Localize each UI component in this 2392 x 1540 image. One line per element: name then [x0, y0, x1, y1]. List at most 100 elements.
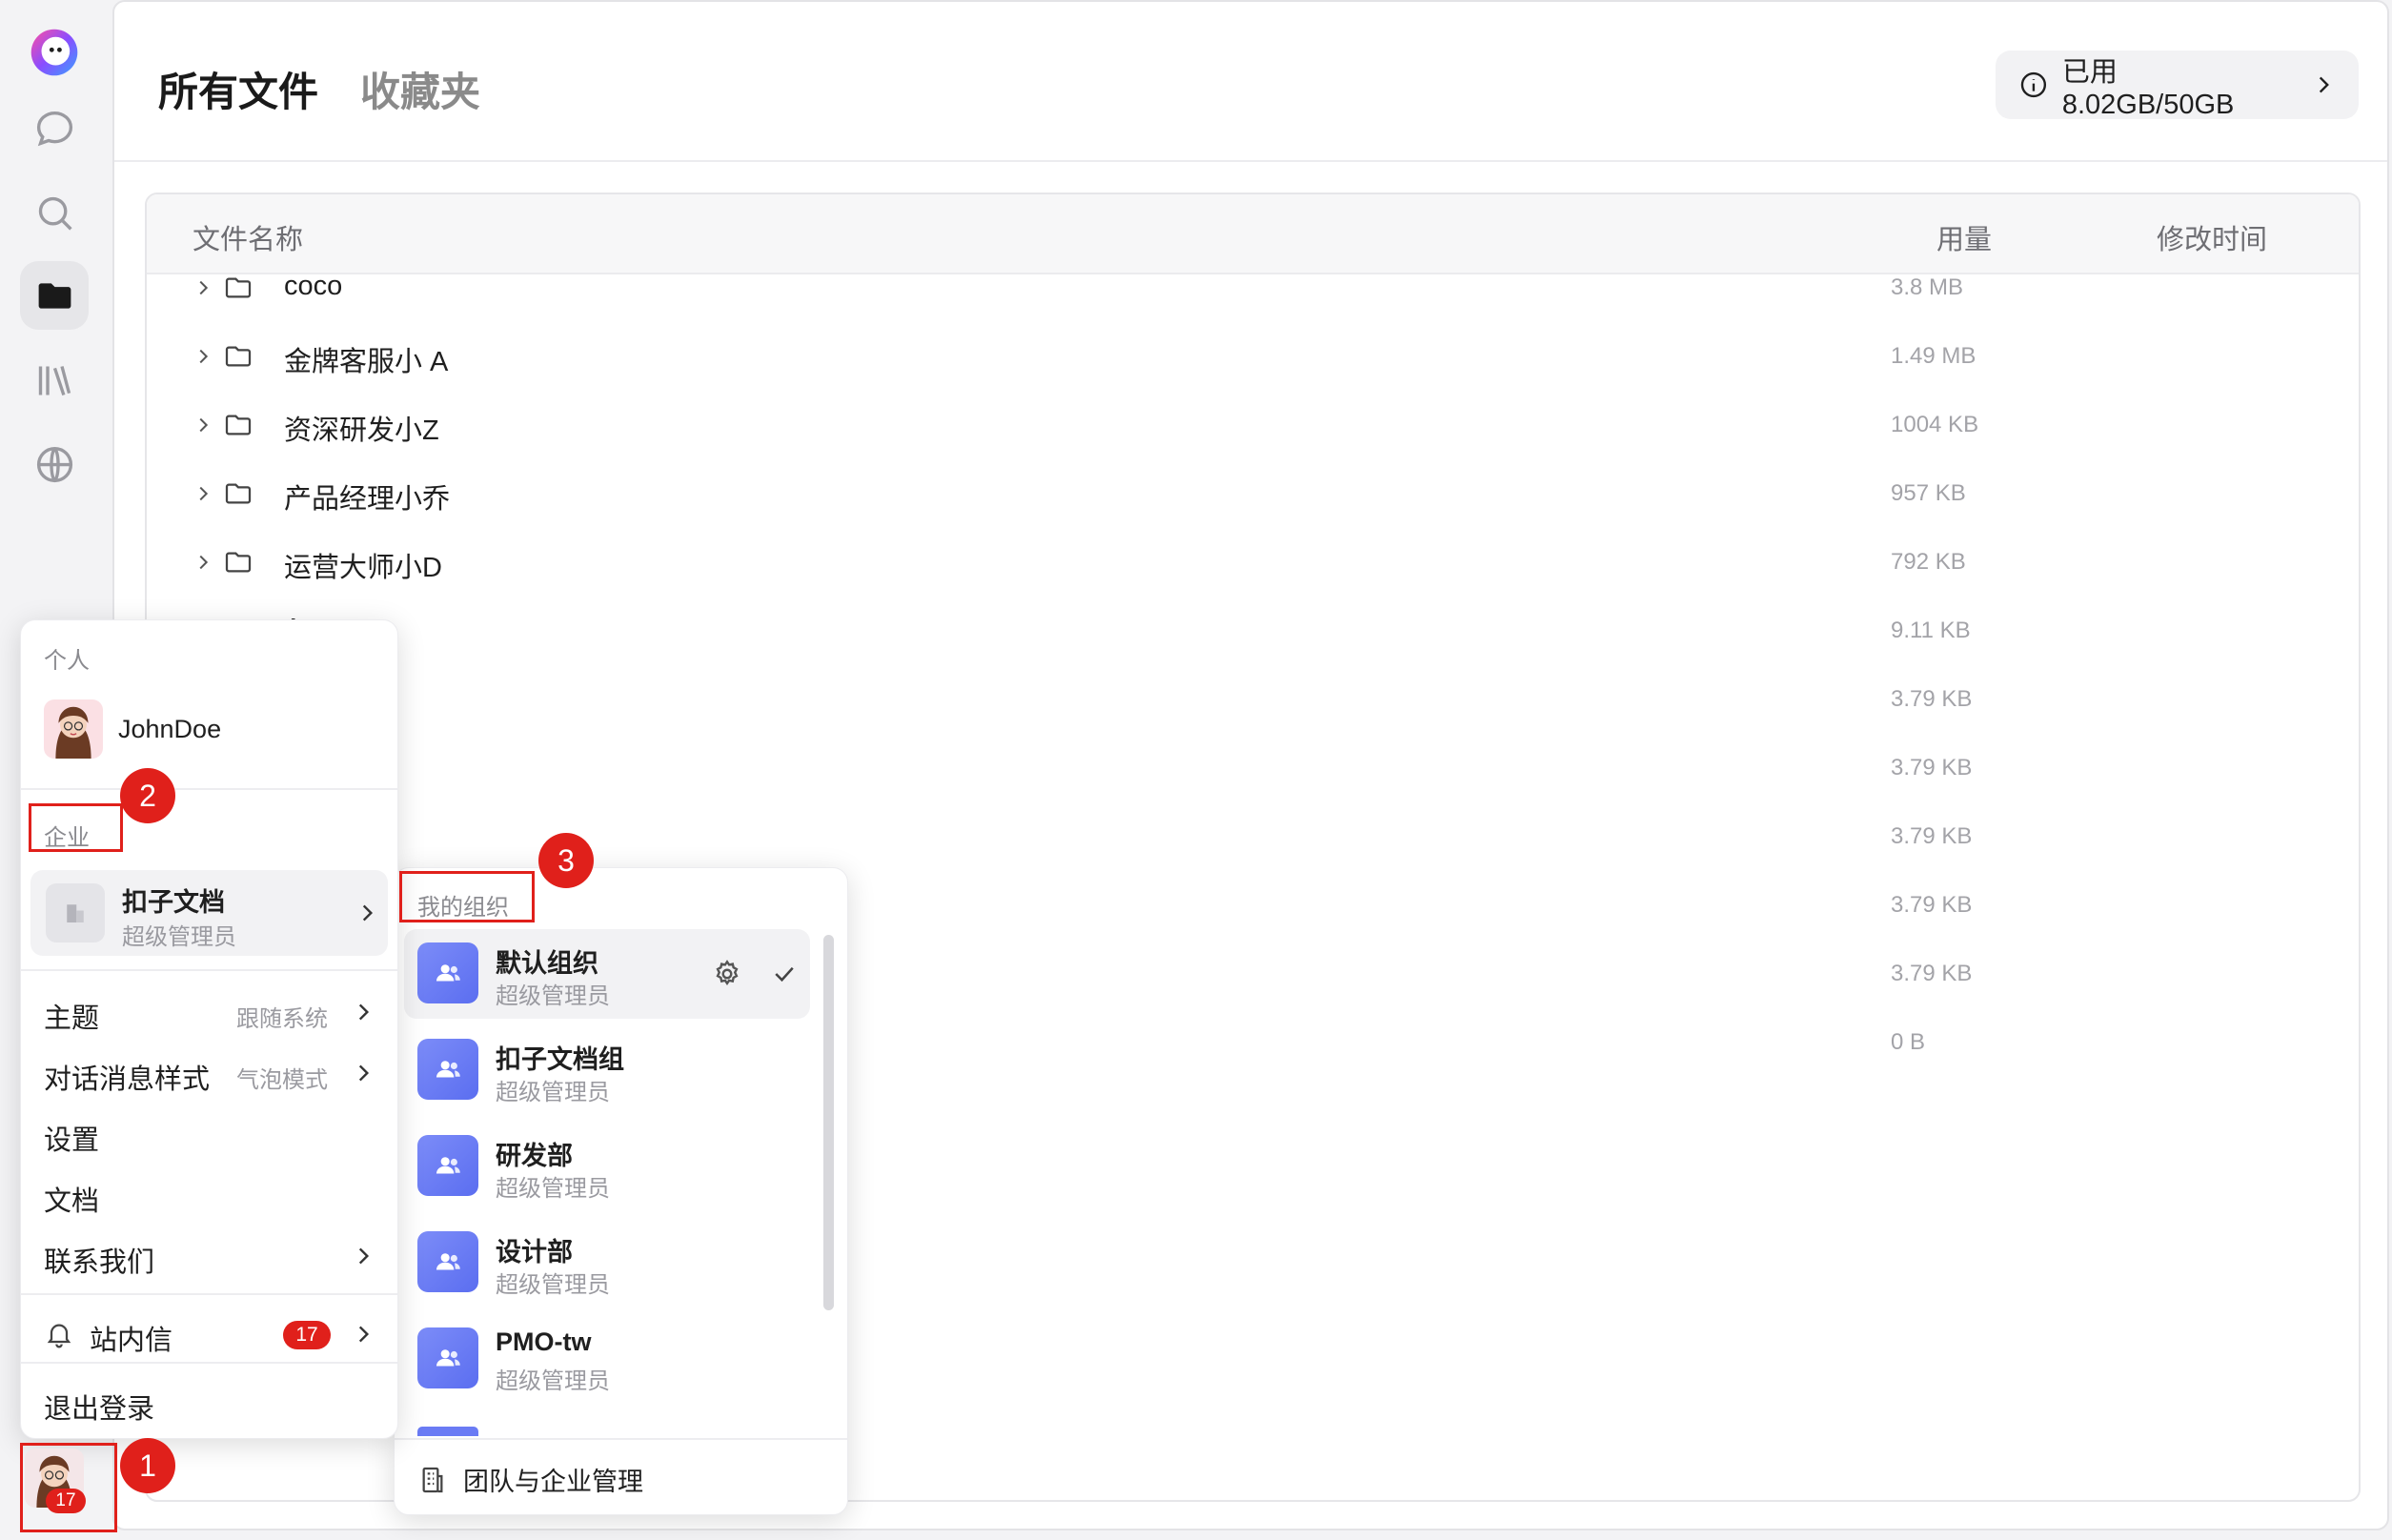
- table-row[interactable]: 运营大师小D 792 KB: [147, 529, 2359, 598]
- chevron-right-icon[interactable]: [193, 275, 213, 300]
- file-size: 1004 KB: [1891, 412, 1979, 437]
- menu-divider: [21, 788, 397, 790]
- menu-item-settings[interactable]: 设置: [21, 1106, 397, 1162]
- menu-item-docs[interactable]: 文档: [21, 1167, 397, 1223]
- chat-style-label: 对话消息样式: [44, 1064, 211, 1095]
- inbox-label: 站内信: [90, 1326, 173, 1356]
- tab-favorites[interactable]: 收藏夹: [360, 60, 480, 118]
- chevron-right-icon[interactable]: [193, 344, 213, 369]
- tab-all-files[interactable]: 所有文件: [158, 60, 318, 118]
- header-file-name[interactable]: 文件名称: [193, 217, 303, 257]
- file-name: 金牌客服小 A: [284, 347, 449, 377]
- chevron-right-icon[interactable]: [193, 413, 213, 437]
- chevron-right-icon: [358, 1326, 370, 1343]
- file-size: 792 KB: [1891, 549, 1966, 575]
- file-name: coco: [284, 271, 343, 301]
- org-menu: 我的组织 默认组织 超级管理员 扣子文档组 超级管理员 研发部 超级管理员 设计部 超级管理员…: [394, 867, 848, 1515]
- menu-divider: [21, 1293, 397, 1295]
- table-row[interactable]: 资深研发小Z 1004 KB: [147, 392, 2359, 460]
- chevron-right-icon: [358, 1247, 370, 1265]
- table-row[interactable]: 产品经理小乔 957 KB: [147, 460, 2359, 529]
- file-size: 957 KB: [1891, 480, 1966, 506]
- folder-icon[interactable]: [20, 261, 89, 330]
- step-badge-1: 1: [120, 1438, 175, 1493]
- inbox-count-badge: 17: [283, 1321, 331, 1349]
- step-badge-3: 3: [538, 833, 594, 888]
- file-size: 3.79 KB: [1891, 686, 1973, 712]
- table-row[interactable]: deAgent3.79 KB: [147, 735, 2359, 803]
- enterprise-item[interactable]: 扣子文档 超级管理员: [30, 870, 388, 956]
- folder-icon: [225, 277, 252, 298]
- team-management-button[interactable]: 团队与企业管理: [417, 1461, 643, 1498]
- search-icon[interactable]: [20, 178, 89, 247]
- org-role: 超级管理员: [496, 1368, 610, 1394]
- file-name: 产品经理小乔: [284, 484, 451, 515]
- file-size: 1.49 MB: [1891, 343, 1976, 369]
- org-icon: [417, 1135, 478, 1196]
- avatar: [44, 699, 103, 759]
- app-logo[interactable]: [20, 18, 89, 87]
- theme-value: 跟随系统: [236, 1006, 328, 1032]
- info-icon: [2020, 71, 2047, 98]
- org-item[interactable]: 默认组织 超级管理员: [404, 929, 810, 1019]
- personal-section-label: 个人: [44, 648, 90, 674]
- folder-icon: [225, 415, 252, 436]
- highlight-box-1: [20, 1443, 117, 1532]
- username: JohnDoe: [118, 714, 222, 743]
- table-row[interactable]: 金牌客服小 A 1.49 MB: [147, 323, 2359, 392]
- org-item[interactable]: 设计部 超级管理员: [404, 1218, 810, 1307]
- menu-divider: [21, 1362, 397, 1364]
- header-size[interactable]: 用量: [1936, 217, 1992, 257]
- table-row[interactable]: 3.79 KB: [147, 803, 2359, 872]
- folder-icon: [225, 552, 252, 573]
- org-name: 研发部: [496, 1142, 573, 1170]
- table-row[interactable]: coco 3.8 MB: [147, 254, 2359, 323]
- library-icon[interactable]: [20, 346, 89, 415]
- step-badge-2: 2: [120, 768, 175, 823]
- chevron-right-icon: [2319, 76, 2330, 93]
- table-row[interactable]: / 云端3.79 KB: [147, 666, 2359, 735]
- file-name: 资深研发小Z: [284, 415, 439, 446]
- storage-text: 已用8.02GB/50GB: [2061, 56, 2235, 120]
- chevron-right-icon[interactable]: [193, 550, 213, 575]
- personal-account-item[interactable]: JohnDoe: [44, 699, 221, 759]
- table-row[interactable]: Agent9.11 KB: [147, 598, 2359, 666]
- chevron-right-icon[interactable]: [193, 481, 213, 506]
- file-size: 3.79 KB: [1891, 823, 1973, 849]
- menu-item-logout[interactable]: 退出登录: [21, 1375, 397, 1430]
- org-name: PMO-tw: [496, 1327, 592, 1356]
- org-icon: [417, 1231, 478, 1292]
- menu-item-contact[interactable]: 联系我们: [21, 1228, 397, 1284]
- settings-label: 设置: [44, 1125, 100, 1156]
- org-item[interactable]: PMO-tw 超级管理员: [404, 1314, 810, 1404]
- org-icon: [417, 942, 478, 1003]
- org-icon: [417, 1327, 478, 1388]
- chevron-right-icon: [358, 1064, 370, 1082]
- file-size: 3.79 KB: [1891, 892, 1973, 918]
- org-role: 超级管理员: [496, 1176, 610, 1202]
- menu-item-chat-style[interactable]: 对话消息样式 气泡模式: [21, 1045, 397, 1101]
- header-modified[interactable]: 修改时间: [2157, 217, 2267, 257]
- file-size: 3.79 KB: [1891, 961, 1973, 986]
- storage-usage-button[interactable]: 已用8.02GB/50GB: [1996, 51, 2359, 120]
- logout-label: 退出登录: [44, 1394, 155, 1425]
- menu-item-inbox[interactable]: 站内信 17: [21, 1305, 397, 1364]
- enterprise-icon: [46, 883, 105, 942]
- gear-icon[interactable]: [711, 958, 743, 990]
- org-item[interactable]: 扣子文档组 超级管理员: [404, 1025, 810, 1115]
- org-menu-divider: [395, 1438, 847, 1440]
- globe-icon[interactable]: [20, 430, 89, 498]
- org-name: 默认组织: [496, 949, 598, 978]
- file-size: 3.79 KB: [1891, 755, 1973, 780]
- contact-label: 联系我们: [44, 1247, 155, 1278]
- org-role: 超级管理员: [496, 983, 610, 1009]
- highlight-box-3: [399, 871, 535, 922]
- org-item[interactable]: 研发部 超级管理员: [404, 1122, 810, 1211]
- file-size: 3.8 MB: [1891, 274, 1964, 300]
- chat-icon[interactable]: [20, 94, 89, 163]
- chevron-right-icon: [362, 904, 374, 922]
- menu-item-theme[interactable]: 主题 跟随系统: [21, 984, 397, 1040]
- scrollbar[interactable]: [823, 935, 834, 1310]
- file-name: 运营大师小D: [284, 553, 442, 583]
- org-name: 设计部: [496, 1238, 573, 1266]
